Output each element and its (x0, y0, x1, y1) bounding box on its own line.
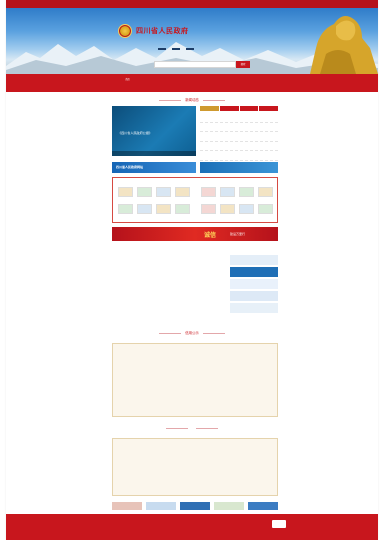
feature-thumbnail[interactable] (118, 204, 133, 214)
projects-grid (118, 445, 274, 458)
feature-thumbnail[interactable] (137, 187, 152, 197)
search-button[interactable]: 搜索 (236, 61, 250, 68)
search-box (154, 61, 236, 68)
feature-thumbnail[interactable] (156, 204, 171, 214)
news-tabs (200, 106, 278, 111)
feature-thumbnail[interactable] (175, 204, 190, 214)
hero-link[interactable] (172, 48, 180, 50)
feature-thumbnail[interactable] (137, 204, 152, 214)
nav-item[interactable] (141, 76, 168, 82)
nav-item[interactable] (277, 76, 304, 82)
integrity-banner-subtitle: 建设万里行 (230, 232, 246, 236)
nav-item[interactable] (195, 76, 222, 82)
row-name (199, 397, 249, 403)
feature-thumbnail[interactable] (175, 187, 190, 197)
publicity-section-header: 信用公示 (0, 330, 384, 335)
news-carousel[interactable]: 《四川省人民政府公报》 (112, 106, 196, 156)
news-item[interactable] (200, 132, 278, 142)
side-link-box[interactable] (230, 255, 278, 265)
nav-item[interactable] (223, 85, 250, 87)
feature-thumbnail[interactable] (220, 187, 235, 197)
site-footer (6, 514, 378, 540)
side-link-box[interactable] (230, 291, 278, 301)
page-background: 四川省人民政府 搜索 首页 新闻动态 《四川省人民政府公报》 四川省人民政府网站… (0, 0, 384, 540)
projects-panel (112, 438, 278, 496)
golden-statue-illustration (310, 16, 378, 74)
publicity-column (118, 350, 194, 403)
partner-logos (112, 502, 278, 510)
integrity-banner[interactable]: 诚信 建设万里行 (112, 227, 278, 241)
nav-item[interactable] (114, 85, 141, 87)
feature-thumbnail[interactable] (239, 204, 254, 214)
feature-thumbnail[interactable] (118, 187, 133, 197)
feature-thumbnail[interactable] (201, 187, 216, 197)
nav-item[interactable] (250, 76, 277, 82)
partner-logo[interactable] (180, 502, 210, 510)
top-bar (6, 0, 378, 8)
side-link-box[interactable] (230, 267, 278, 277)
news-tab[interactable] (239, 106, 259, 111)
nav-item[interactable] (168, 76, 195, 82)
news-title (200, 132, 256, 141)
nav-item[interactable]: 首页 (114, 76, 141, 82)
feature-thumbnail[interactable] (201, 204, 216, 214)
gov-website-banner[interactable]: 四川省人民政府网站 (112, 162, 196, 173)
hero-link[interactable] (186, 48, 194, 50)
news-item[interactable] (200, 123, 278, 132)
nav-item[interactable] (223, 76, 250, 82)
feature-thumbnail[interactable] (258, 204, 273, 214)
news-section-header: 新闻动态 (0, 97, 384, 102)
hero-link[interactable] (158, 48, 166, 50)
carousel-caption: 《四川省人民政府公报》 (118, 131, 153, 135)
feature-panel (112, 177, 278, 223)
nav-item[interactable] (168, 85, 195, 87)
news-title (200, 113, 256, 122)
nav-item[interactable] (250, 85, 277, 87)
row-name (118, 397, 168, 403)
feature-thumbnail[interactable] (258, 187, 273, 197)
news-tab[interactable] (200, 106, 219, 111)
news-title (200, 142, 256, 151)
feature-thumbnail[interactable] (239, 187, 254, 197)
nav-item[interactable] (141, 85, 168, 87)
partner-logo[interactable] (214, 502, 244, 510)
news-section-title: 新闻动态 (185, 98, 199, 102)
news-tab[interactable] (259, 106, 278, 111)
nav-item[interactable] (195, 85, 222, 87)
partner-logo[interactable] (248, 502, 278, 510)
publicity-row[interactable] (118, 397, 194, 403)
publicity-column (199, 350, 275, 403)
promo-banner[interactable] (200, 162, 278, 173)
integrity-banner-title: 诚信 (204, 232, 217, 239)
hero-links (158, 48, 194, 50)
search-input[interactable] (155, 62, 235, 67)
side-link-box[interactable] (230, 279, 278, 289)
news-item[interactable] (200, 142, 278, 151)
partner-logo[interactable] (146, 502, 176, 510)
hero-banner: 四川省人民政府 搜索 (6, 8, 378, 74)
banner-text: 四川省人民政府网站 (116, 165, 144, 169)
gov-badge[interactable] (272, 520, 286, 528)
partner-logo[interactable] (112, 502, 142, 510)
projects-section-header (0, 426, 384, 430)
publicity-row[interactable] (199, 397, 275, 403)
feature-thumbnail[interactable] (220, 204, 235, 214)
news-list (200, 113, 278, 161)
main-nav: 首页 (6, 74, 378, 92)
publicity-section-title: 信用公示 (185, 331, 199, 335)
national-emblem-icon (118, 24, 132, 38)
news-title (200, 151, 256, 160)
carousel-footer (112, 151, 196, 156)
news-title (200, 123, 256, 132)
news-item[interactable] (200, 151, 278, 161)
nav-item[interactable] (277, 85, 304, 87)
news-item[interactable] (200, 113, 278, 123)
side-link-box[interactable] (230, 303, 278, 313)
publicity-panel (112, 343, 278, 417)
site-title: 四川省人民政府 (136, 27, 189, 35)
news-tab[interactable] (219, 106, 239, 111)
feature-thumbnail[interactable] (156, 187, 171, 197)
